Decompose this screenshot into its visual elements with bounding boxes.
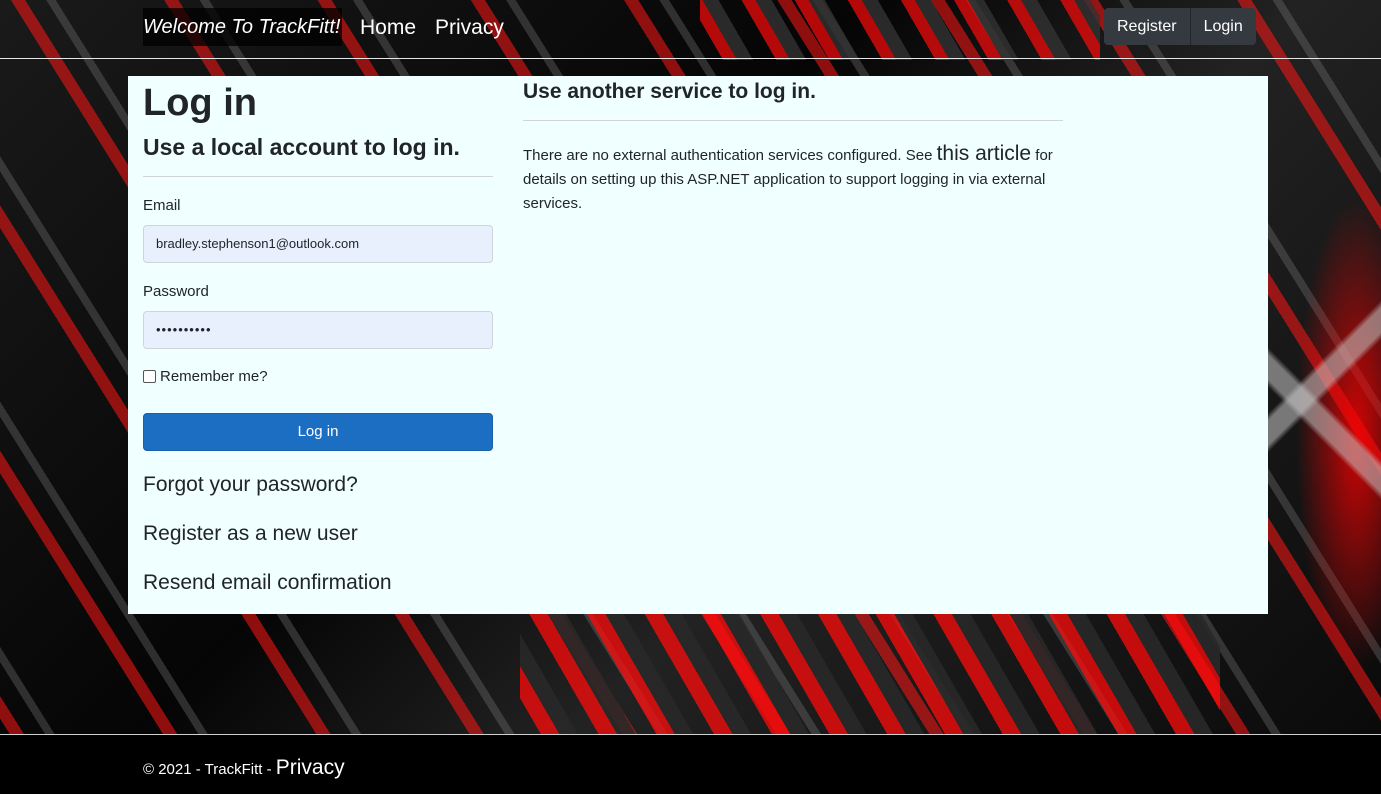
local-account-heading: Use a local account to log in. bbox=[143, 134, 460, 160]
brand-link[interactable]: Welcome To TrackFitt! bbox=[143, 8, 343, 46]
password-label: Password bbox=[143, 283, 209, 300]
copyright-text: © 2021 - TrackFitt - bbox=[143, 761, 276, 778]
this-article-link[interactable]: this article bbox=[937, 142, 1032, 165]
auth-button-group: Register Login bbox=[1104, 8, 1256, 45]
remember-me-label[interactable]: Remember me? bbox=[160, 368, 268, 385]
nav-home-link[interactable]: Home bbox=[360, 14, 416, 42]
external-info-text-before: There are no external authentication ser… bbox=[523, 147, 937, 164]
page-title: Log in bbox=[143, 82, 257, 124]
submit-login-button[interactable]: Log in bbox=[143, 413, 493, 451]
remember-me-row: Remember me? bbox=[143, 368, 268, 385]
page-body: { "navbar": { "brand": "Welcome To Track… bbox=[0, 0, 1381, 794]
login-button[interactable]: Login bbox=[1189, 8, 1256, 45]
footer-text: © 2021 - TrackFitt - Privacy bbox=[143, 755, 345, 783]
forgot-password-link[interactable]: Forgot your password? bbox=[143, 472, 358, 498]
footer: © 2021 - TrackFitt - Privacy bbox=[0, 734, 1381, 794]
background-decoration-right bbox=[1261, 60, 1381, 740]
footer-privacy-link[interactable]: Privacy bbox=[276, 755, 345, 781]
email-label: Email bbox=[143, 197, 181, 214]
email-field[interactable]: bradley.stephenson1@outlook.com bbox=[143, 225, 493, 263]
navbar: Welcome To TrackFitt! Home Privacy Regis… bbox=[0, 0, 1381, 59]
register-button[interactable]: Register bbox=[1104, 8, 1190, 45]
external-login-info: There are no external authentication ser… bbox=[523, 142, 1068, 216]
divider-right bbox=[523, 120, 1063, 121]
divider-left bbox=[143, 176, 493, 177]
login-panel: Log in Use a local account to log in. Em… bbox=[128, 76, 1268, 614]
register-new-user-link[interactable]: Register as a new user bbox=[143, 521, 358, 547]
password-field[interactable]: •••••••••• bbox=[143, 311, 493, 349]
external-login-heading: Use another service to log in. bbox=[523, 80, 816, 103]
resend-confirmation-link[interactable]: Resend email confirmation bbox=[143, 570, 392, 596]
remember-me-checkbox[interactable] bbox=[143, 370, 156, 383]
nav-privacy-link[interactable]: Privacy bbox=[435, 14, 504, 42]
background-decoration-bottom bbox=[520, 614, 1220, 734]
